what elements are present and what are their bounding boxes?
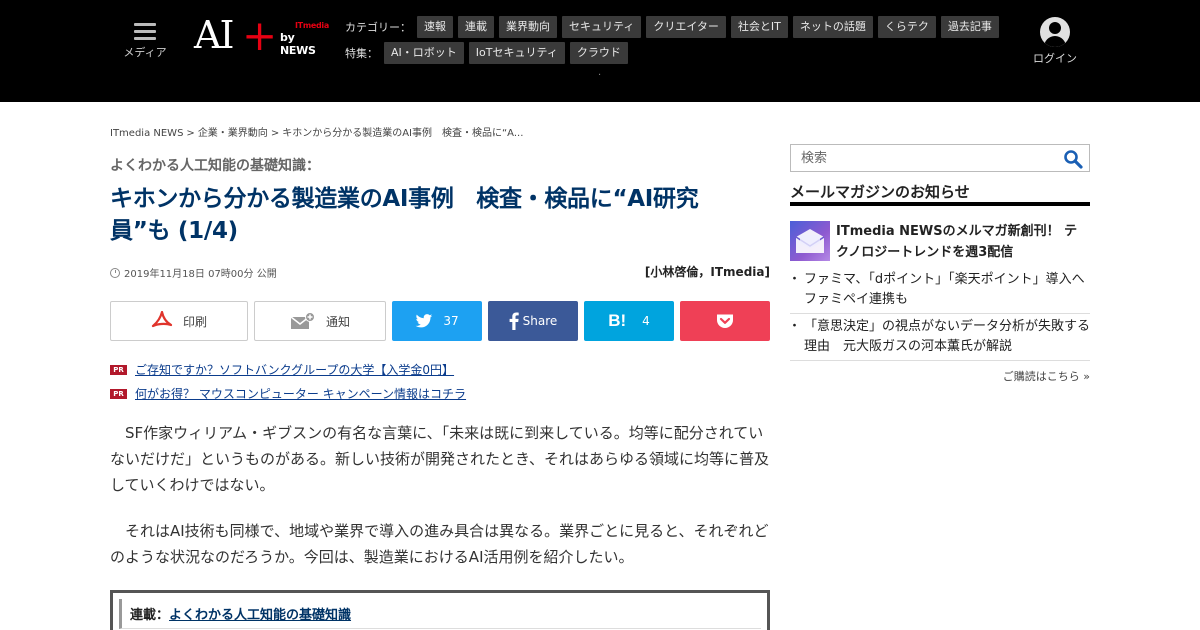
pdf-icon bbox=[151, 311, 173, 331]
article-paragraph: それはAI技術も同様で、地域や業界で導入の進み具合は異なる。業界ごとに見ると、そ… bbox=[110, 522, 769, 566]
notify-button[interactable]: 通知 bbox=[254, 301, 386, 341]
twitter-share-button[interactable]: 37 bbox=[392, 301, 482, 341]
mailmag-heading: メールマガジンのお知らせ bbox=[790, 181, 1090, 206]
search-icon[interactable] bbox=[1063, 149, 1083, 169]
pr-ad-line: PR ご存知ですか？ソフトバンクグループの大学【入学金0円】 bbox=[110, 361, 454, 378]
breadcrumb-category-link[interactable]: 企業・業界動向 bbox=[198, 128, 268, 139]
category-pill-kuratech[interactable]: くらテク bbox=[877, 16, 936, 38]
breadcrumb-home-link[interactable]: ITmedia NEWS bbox=[110, 128, 183, 139]
pr-link-mouse-computer[interactable]: 何がお得？ マウスコンピューター キャンペーン情報はコチラ bbox=[135, 385, 466, 402]
search-box bbox=[790, 144, 1090, 172]
media-menu-button[interactable]: メディア bbox=[116, 18, 174, 64]
user-avatar-icon bbox=[1040, 17, 1070, 47]
logo-by-news-text: by NEWS bbox=[280, 31, 316, 57]
feature-pill-iot-security[interactable]: IoTセキュリティ bbox=[468, 42, 565, 64]
facebook-share-button[interactable]: Share bbox=[488, 301, 578, 341]
mail-envelope-icon bbox=[790, 221, 830, 261]
breadcrumb-separator: > bbox=[270, 128, 280, 139]
subscribe-link[interactable]: ご購読はこちら » bbox=[1003, 368, 1090, 384]
print-button[interactable]: 印刷 bbox=[110, 301, 248, 341]
pocket-save-button[interactable] bbox=[680, 301, 770, 341]
breadcrumb: ITmedia NEWS > 企業・業界動向 > キホンから分かる製造業のAI事例 検査… bbox=[110, 124, 523, 139]
clock-icon bbox=[110, 267, 120, 278]
category-nav-label: カテゴリー： bbox=[345, 21, 411, 34]
mailmag-feature[interactable]: ITmedia NEWSのメルマガ新創刊！ テクノロジートレンドを週3配信 bbox=[790, 221, 1090, 263]
breadcrumb-current: キホンから分かる製造業のAI事例 検査・検品に“A... bbox=[282, 128, 524, 139]
category-pill-net-topics[interactable]: ネットの話題 bbox=[792, 16, 873, 38]
pr-badge: PR bbox=[110, 388, 127, 399]
twitter-bird-icon bbox=[415, 313, 433, 329]
category-pill-industry[interactable]: 業界動向 bbox=[499, 16, 557, 38]
mailmag-list-item[interactable]: 「意思決定」の視点がないデータ分析が失敗する理由 元大阪ガスの河本薫氏が解説 bbox=[788, 317, 1090, 361]
logo-plus-text: + bbox=[242, 11, 278, 60]
header-dot: · bbox=[598, 70, 602, 81]
publish-date: 2019年11月18日 07時00分 公開 bbox=[110, 265, 277, 280]
hatena-bookmark-button[interactable]: B! 4 bbox=[584, 301, 674, 341]
site-header: メディア AI + ITmedia by NEWS カテゴリー： 速報 連載 業… bbox=[0, 0, 1200, 102]
hamburger-icon bbox=[134, 23, 156, 40]
site-logo[interactable]: AI + ITmedia by NEWS bbox=[192, 11, 329, 61]
publish-date-text: 2019年11月18日 07時00分 公開 bbox=[124, 269, 277, 280]
category-pill-society[interactable]: 社会とIT bbox=[730, 16, 788, 38]
logo-itmedia-text: ITmedia bbox=[295, 21, 329, 30]
category-pill-creator[interactable]: クリエイター bbox=[646, 16, 726, 38]
pr-badge: PR bbox=[110, 364, 127, 375]
search-input[interactable] bbox=[791, 145, 1057, 171]
pocket-icon bbox=[716, 313, 734, 329]
hatena-b-icon: B! bbox=[608, 311, 627, 330]
mailmag-feature-title: ITmedia NEWSのメルマガ新創刊！ テクノロジートレンドを週3配信 bbox=[836, 224, 1078, 260]
category-pill-archive[interactable]: 過去記事 bbox=[940, 16, 999, 38]
facebook-f-icon bbox=[509, 312, 519, 330]
series-box-header: 連載： よくわかる人工知能の基礎知識 bbox=[119, 599, 761, 629]
feature-nav: 特集： AI・ロボット IoTセキュリティ クラウド bbox=[345, 42, 633, 64]
feature-pill-cloud[interactable]: クラウド bbox=[569, 42, 628, 64]
hatena-bookmark-count: 4 bbox=[642, 314, 650, 328]
notify-label: 通知 bbox=[325, 314, 350, 329]
article-title: キホンから分かる製造業のAI事例 検査・検品に“AI研究員”も (1/4) bbox=[110, 186, 699, 244]
series-box-label: 連載： bbox=[130, 608, 170, 623]
print-label: 印刷 bbox=[182, 314, 207, 329]
twitter-share-count: 37 bbox=[443, 314, 459, 328]
category-pill-security[interactable]: セキュリティ bbox=[562, 16, 642, 38]
category-pill-flash[interactable]: 速報 bbox=[417, 16, 453, 38]
article-paragraph: SF作家ウィリアム・ギブスンの有名な言葉に、「未来は既に到来している。均等に配分… bbox=[110, 424, 769, 494]
media-menu-label: メディア bbox=[123, 46, 167, 59]
series-box: 連載： よくわかる人工知能の基礎知識 bbox=[110, 590, 770, 630]
pr-link-softbank-university[interactable]: ご存知ですか？ソフトバンクグループの大学【入学金0円】 bbox=[135, 361, 454, 378]
feature-nav-label: 特集： bbox=[345, 47, 378, 60]
login-button[interactable]: ログイン bbox=[1028, 17, 1082, 66]
facebook-share-label: Share bbox=[522, 314, 558, 328]
article-author: [小林啓倫，ITmedia] bbox=[644, 265, 770, 279]
series-kicker: よくわかる人工知能の基礎知識： bbox=[110, 158, 320, 174]
breadcrumb-separator: > bbox=[186, 128, 195, 139]
logo-ai-text: AI bbox=[194, 13, 234, 57]
feature-pill-ai-robot[interactable]: AI・ロボット bbox=[384, 42, 464, 64]
series-link[interactable]: よくわかる人工知能の基礎知識 bbox=[169, 604, 351, 623]
category-nav: カテゴリー： 速報 連載 業界動向 セキュリティ クリエイター 社会とIT ネッ… bbox=[345, 16, 1004, 38]
mail-plus-icon bbox=[290, 312, 316, 330]
pr-ad-line: PR 何がお得？ マウスコンピューター キャンペーン情報はコチラ bbox=[110, 385, 466, 402]
category-pill-series[interactable]: 連載 bbox=[458, 16, 494, 38]
mailmag-list-item[interactable]: ファミマ、「dポイント」「楽天ポイント」導入へ ファミペイ連携も bbox=[788, 270, 1098, 314]
login-label: ログイン bbox=[1033, 52, 1077, 65]
